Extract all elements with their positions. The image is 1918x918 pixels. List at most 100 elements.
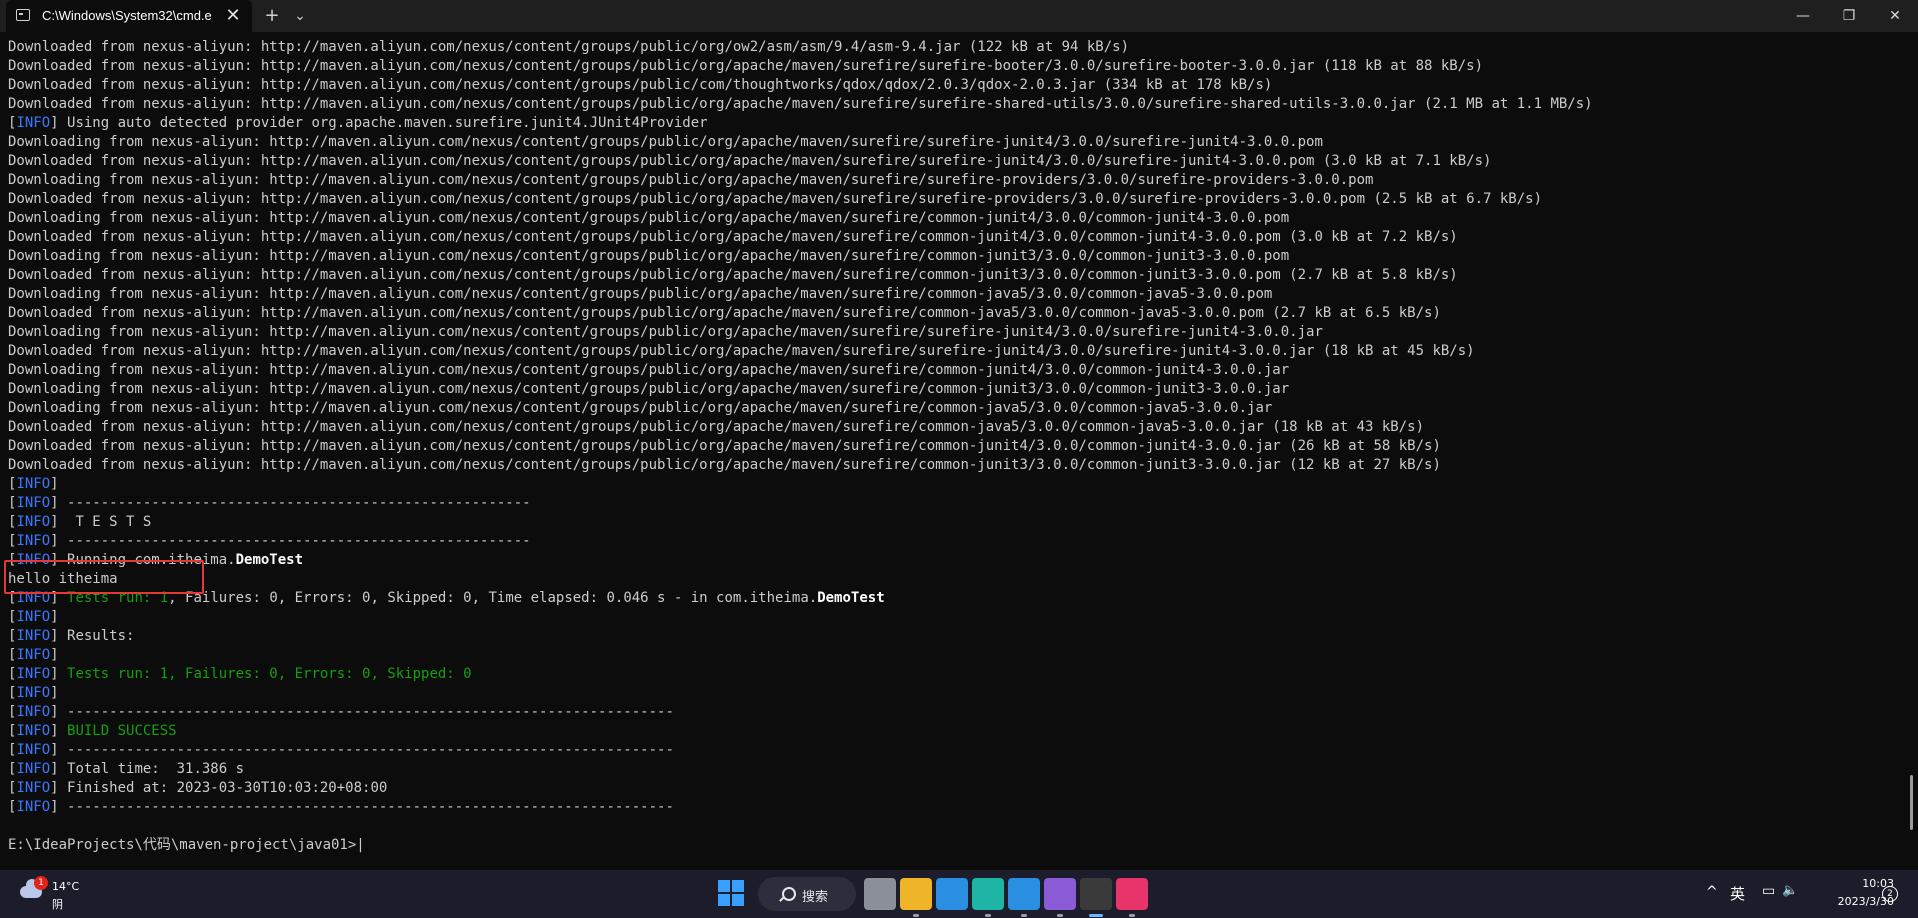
running-indicator xyxy=(1089,914,1103,917)
edge-browser-icon[interactable] xyxy=(972,878,1004,910)
new-tab-button[interactable]: + xyxy=(258,4,286,28)
console-line: [INFO] ---------------------------------… xyxy=(8,703,1898,722)
task-view-icon[interactable] xyxy=(864,878,896,910)
visual-studio-icon[interactable] xyxy=(1044,878,1076,910)
tab-title: C:\Windows\System32\cmd.e xyxy=(42,8,212,23)
console-text: ] xyxy=(50,666,68,682)
console-text: Downloading from nexus-aliyun: http://ma… xyxy=(8,248,1290,264)
info-tag: INFO xyxy=(16,533,51,549)
info-tag: INFO xyxy=(16,647,51,663)
console-text: E:\IdeaProjects\代码\maven-project\java01>… xyxy=(8,837,365,853)
console-text: ] xyxy=(50,647,59,663)
info-tag: INFO xyxy=(16,685,51,701)
console-text: Downloaded from nexus-aliyun: http://mav… xyxy=(8,229,1458,245)
info-tag: INFO xyxy=(16,742,51,758)
info-tag: INFO xyxy=(16,780,51,796)
taskbar-search-button[interactable]: 搜索 xyxy=(758,877,856,911)
output-highlight-box xyxy=(4,560,204,594)
terminal-output[interactable]: Downloaded from nexus-aliyun: http://mav… xyxy=(8,38,1898,868)
console-text: ] xyxy=(50,723,68,739)
close-window-button[interactable]: ✕ xyxy=(1872,0,1918,32)
console-line: Downloading from nexus-aliyun: http://ma… xyxy=(8,209,1898,228)
info-tag: INFO xyxy=(16,723,51,739)
info-tag: INFO xyxy=(16,666,51,682)
search-label: 搜索 xyxy=(802,890,829,905)
console-text: ] T E S T S xyxy=(50,514,152,530)
console-line: Downloading from nexus-aliyun: http://ma… xyxy=(8,247,1898,266)
show-hidden-icons-chevron-icon[interactable]: ^ xyxy=(1706,884,1718,900)
info-tag: INFO xyxy=(16,514,51,530)
console-text: Downloaded from nexus-aliyun: http://mav… xyxy=(8,267,1458,283)
title-bar: C:\Windows\System32\cmd.e ✕ + ⌄ — ❐ ✕ xyxy=(0,0,1918,32)
console-line: [INFO] xyxy=(8,475,1898,494)
running-indicator xyxy=(985,914,991,917)
console-line: [INFO] xyxy=(8,646,1898,665)
terminal-tab[interactable]: C:\Windows\System32\cmd.e ✕ xyxy=(6,0,252,32)
search-icon xyxy=(782,887,796,901)
running-indicator xyxy=(1129,914,1135,917)
taskbar: 1 14°C 阴 搜索 ^ 英 ▭ 🔈 10:03 2023/3/30 2 xyxy=(0,870,1918,918)
console-line: [INFO] T E S T S xyxy=(8,513,1898,532)
console-line: [INFO] Tests run: 1, Failures: 0, Errors… xyxy=(8,665,1898,684)
maximize-button[interactable]: ❐ xyxy=(1826,0,1872,32)
console-line: Downloaded from nexus-aliyun: http://mav… xyxy=(8,190,1898,209)
console-line: Downloaded from nexus-aliyun: http://mav… xyxy=(8,57,1898,76)
console-text: DemoTest xyxy=(817,590,885,606)
console-line: Downloaded from nexus-aliyun: http://mav… xyxy=(8,76,1898,95)
info-tag: INFO xyxy=(16,628,51,644)
console-text: Tests run: 1, Failures: 0, Errors: 0, Sk… xyxy=(67,666,472,682)
microsoft-store-icon[interactable] xyxy=(936,878,968,910)
console-text: Downloading from nexus-aliyun: http://ma… xyxy=(8,210,1290,226)
scrollbar-thumb[interactable] xyxy=(1910,775,1913,830)
weather-badge: 1 xyxy=(34,876,48,890)
console-text: Downloading from nexus-aliyun: http://ma… xyxy=(8,172,1374,188)
info-tag: INFO xyxy=(16,609,51,625)
console-text: Downloaded from nexus-aliyun: http://mav… xyxy=(8,457,1441,473)
tab-dropdown-button[interactable]: ⌄ xyxy=(286,4,314,28)
console-text: ] xyxy=(50,609,59,625)
console-text: ] --------------------------------------… xyxy=(50,533,531,549)
cmd-icon xyxy=(16,9,30,21)
notification-center-icon[interactable]: 2 xyxy=(1882,886,1898,902)
console-text: Downloaded from nexus-aliyun: http://mav… xyxy=(8,39,1130,55)
info-tag: INFO xyxy=(16,115,51,131)
weather-condition: 阴 xyxy=(52,898,63,911)
console-text: Downloaded from nexus-aliyun: http://mav… xyxy=(8,191,1543,207)
info-tag: INFO xyxy=(16,704,51,720)
console-text: ] Total time: 31.386 s xyxy=(50,761,245,777)
volume-icon[interactable]: 🔈 xyxy=(1782,883,1798,898)
running-indicator xyxy=(913,914,919,917)
console-line: hello itheima xyxy=(8,570,1898,589)
intellij-idea-icon[interactable] xyxy=(1116,878,1148,910)
console-line: Downloaded from nexus-aliyun: http://mav… xyxy=(8,266,1898,285)
input-method-indicator[interactable]: 英 xyxy=(1730,883,1745,904)
console-text: Downloaded from nexus-aliyun: http://mav… xyxy=(8,305,1441,321)
file-explorer-icon[interactable] xyxy=(900,878,932,910)
console-line: Downloading from nexus-aliyun: http://ma… xyxy=(8,133,1898,152)
terminal-icon[interactable] xyxy=(1080,878,1112,910)
vscode-icon[interactable] xyxy=(1008,878,1040,910)
console-line: Downloading from nexus-aliyun: http://ma… xyxy=(8,285,1898,304)
console-line: [INFO] Finished at: 2023-03-30T10:03:20+… xyxy=(8,779,1898,798)
info-tag: INFO xyxy=(16,495,51,511)
console-text: Downloading from nexus-aliyun: http://ma… xyxy=(8,134,1323,150)
console-line: [INFO] ---------------------------------… xyxy=(8,494,1898,513)
close-tab-icon[interactable]: ✕ xyxy=(222,5,244,27)
start-menu-icon[interactable] xyxy=(718,880,744,906)
running-indicator xyxy=(1057,914,1063,917)
console-line: [INFO] BUILD SUCCESS xyxy=(8,722,1898,741)
console-line: Downloading from nexus-aliyun: http://ma… xyxy=(8,171,1898,190)
weather-widget[interactable]: 1 14°C 阴 xyxy=(14,876,104,912)
clock-date[interactable]: 2023/3/30 xyxy=(1808,895,1894,908)
console-line: [INFO] xyxy=(8,684,1898,703)
console-line: [INFO] Tests run: 1, Failures: 0, Errors… xyxy=(8,589,1898,608)
console-text: ] --------------------------------------… xyxy=(50,704,674,720)
console-text: BUILD SUCCESS xyxy=(67,723,177,739)
console-text: Downloading from nexus-aliyun: http://ma… xyxy=(8,286,1273,302)
console-text: DemoTest xyxy=(235,552,304,568)
console-text: ] xyxy=(50,685,59,701)
console-text: Downloaded from nexus-aliyun: http://mav… xyxy=(8,438,1441,454)
minimize-button[interactable]: — xyxy=(1780,0,1826,32)
network-icon[interactable]: ▭ xyxy=(1762,883,1775,899)
